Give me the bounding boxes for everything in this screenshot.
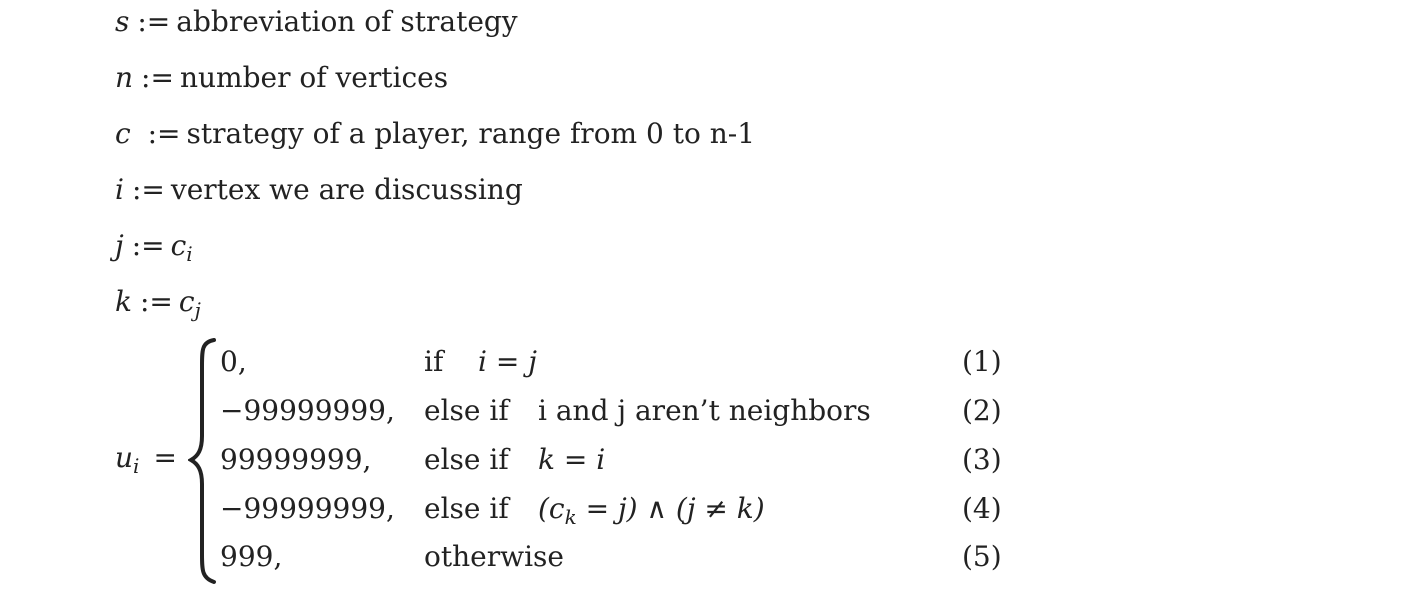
definition-symbol: s bbox=[115, 5, 130, 38]
case-keyword: else if bbox=[424, 443, 509, 476]
assign-operator: := bbox=[141, 61, 174, 94]
definition-rhs-base: c bbox=[178, 285, 195, 318]
case-condition-prefix: (c bbox=[538, 492, 565, 525]
case-keyword: else if bbox=[424, 492, 509, 525]
equation-number: (4) bbox=[962, 492, 1002, 525]
assign-operator: := bbox=[131, 173, 165, 206]
definition-text: strategy of a player, range from 0 to n-… bbox=[186, 117, 756, 150]
case-row-1: 0, if i = j (1) bbox=[0, 342, 1403, 382]
definition-symbol: n bbox=[115, 61, 134, 94]
definition-k: k:= cj bbox=[115, 284, 201, 328]
assign-operator: := bbox=[137, 5, 171, 38]
definition-i: i:= vertex we are discussing bbox=[115, 172, 523, 208]
document-page: s:= abbreviation of strategy n:= number of… bbox=[0, 0, 1403, 602]
case-condition: i = j bbox=[478, 345, 537, 378]
case-value: 99999999, bbox=[220, 443, 372, 476]
case-row-3: 99999999, else if k = i (3) bbox=[0, 440, 1403, 480]
case-value: −99999999, bbox=[220, 492, 395, 525]
assign-operator: := bbox=[131, 229, 165, 262]
assign-operator: := bbox=[139, 285, 173, 318]
equation-number: (1) bbox=[962, 345, 1002, 378]
case-condition-subscript: k bbox=[564, 505, 577, 529]
assign-operator: := bbox=[138, 117, 181, 150]
case-keyword: if bbox=[424, 345, 444, 378]
case-row-2: −99999999, else if i and j aren’t neighb… bbox=[0, 391, 1403, 431]
case-condition: k = i bbox=[538, 443, 606, 476]
definition-text: number of vertices bbox=[179, 61, 449, 94]
equation-number: (5) bbox=[962, 540, 1002, 573]
case-value: 999, bbox=[220, 540, 283, 573]
definition-symbol: c bbox=[115, 117, 131, 150]
definition-rhs-subscript: i bbox=[186, 242, 193, 266]
definition-symbol: j bbox=[115, 229, 124, 262]
definition-rhs-base: c bbox=[170, 229, 187, 262]
definition-text: abbreviation of strategy bbox=[176, 5, 518, 38]
case-row-5: 999, otherwise (5) bbox=[0, 537, 1403, 577]
definition-rhs-subscript: j bbox=[194, 298, 201, 322]
definition-c: c := strategy of a player, range from 0 t… bbox=[115, 116, 755, 152]
case-condition: i and j aren’t neighbors bbox=[538, 394, 871, 427]
case-keyword: else if bbox=[424, 394, 509, 427]
case-keyword: otherwise bbox=[424, 540, 564, 573]
definition-symbol: i bbox=[115, 173, 124, 206]
case-value: 0, bbox=[220, 345, 247, 378]
case-condition-suffix: = j) ∧ (j ≠ k) bbox=[576, 492, 765, 525]
definition-j: j:= ci bbox=[115, 228, 193, 272]
definition-s: s:= abbreviation of strategy bbox=[115, 4, 518, 40]
definition-n: n:= number of vertices bbox=[115, 60, 448, 96]
equation-number: (3) bbox=[962, 443, 1002, 476]
case-condition: (ck = j) ∧ (j ≠ k) bbox=[538, 489, 765, 537]
case-row-4: −99999999, else if (ck = j) ∧ (j ≠ k) (4… bbox=[0, 489, 1403, 529]
definition-symbol: k bbox=[115, 285, 132, 318]
definition-text: vertex we are discussing bbox=[170, 173, 523, 206]
equation-number: (2) bbox=[962, 394, 1002, 427]
case-value: −99999999, bbox=[220, 394, 395, 427]
